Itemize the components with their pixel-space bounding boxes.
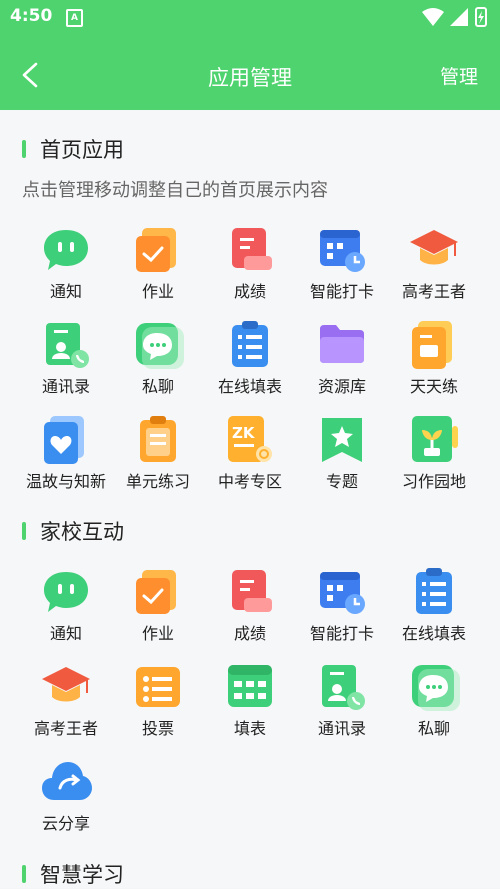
app-item-label: 在线填表 bbox=[217, 377, 282, 396]
app-item[interactable]: 通知 bbox=[18, 566, 114, 652]
app-item-label: 私聊 bbox=[141, 377, 174, 396]
folder-icon bbox=[320, 325, 364, 363]
app-item[interactable]: 通讯录 bbox=[18, 319, 114, 405]
app-item-label: 私聊 bbox=[417, 719, 450, 738]
app-item-label: 中考专区 bbox=[217, 472, 282, 491]
app-item[interactable]: 私聊 bbox=[386, 661, 482, 747]
private-chat-icon bbox=[412, 665, 460, 711]
app-item-label: 在线填表 bbox=[401, 624, 466, 643]
app-item[interactable]: 高考王者 bbox=[18, 661, 114, 747]
table-form-icon bbox=[228, 665, 272, 707]
section-accent-bar bbox=[22, 140, 26, 158]
app-item[interactable]: 高考王者 bbox=[386, 224, 482, 310]
app-item-label: 智能打卡 bbox=[309, 282, 374, 301]
private-chat-icon bbox=[136, 323, 184, 369]
svg-text:ZK: ZK bbox=[232, 424, 256, 442]
app-item[interactable]: ZK 中考专区 bbox=[202, 414, 298, 500]
manage-button[interactable]: 管理 bbox=[440, 62, 478, 89]
wifi-icon bbox=[422, 8, 444, 26]
app-item[interactable]: 资源库 bbox=[294, 319, 390, 405]
cloud-share-icon bbox=[42, 762, 92, 800]
app-item[interactable]: 成绩 bbox=[202, 566, 298, 652]
app-item-label: 高考王者 bbox=[33, 719, 98, 738]
contacts-icon bbox=[46, 323, 89, 368]
graduation-cap-icon bbox=[410, 230, 458, 265]
heart-book-icon bbox=[44, 416, 84, 464]
plant-card-icon bbox=[412, 416, 458, 462]
app-item[interactable]: 成绩 bbox=[202, 224, 298, 310]
app-item-label: 投票 bbox=[141, 719, 174, 738]
app-item[interactable]: 温故与知新 bbox=[18, 414, 114, 500]
contacts-icon bbox=[322, 665, 365, 710]
app-item[interactable]: 作业 bbox=[110, 224, 206, 310]
app-item-label: 高考王者 bbox=[401, 282, 466, 301]
app-item-label: 温故与知新 bbox=[25, 472, 106, 491]
status-time: 4:50 bbox=[10, 6, 53, 26]
section-accent-bar bbox=[22, 522, 26, 540]
app-item-label: 成绩 bbox=[233, 282, 266, 301]
app-item-label: 天天练 bbox=[409, 377, 458, 396]
app-item-label: 智能打卡 bbox=[309, 624, 374, 643]
chat-bubble-icon bbox=[44, 230, 88, 270]
calendar-clock-icon bbox=[320, 572, 365, 614]
chat-bubble-icon bbox=[44, 572, 88, 612]
app-header: 4:50 A 应用管理 管理 bbox=[0, 0, 500, 110]
app-item-label: 资源库 bbox=[317, 377, 366, 396]
grades-icon bbox=[232, 570, 272, 612]
clipboard-list-icon bbox=[232, 321, 268, 367]
signal-icon bbox=[450, 8, 468, 26]
section-title: 家校互动 bbox=[40, 520, 124, 544]
app-item[interactable]: 填表 bbox=[202, 661, 298, 747]
app-item-label: 专题 bbox=[325, 472, 358, 491]
app-item[interactable]: 单元练习 bbox=[110, 414, 206, 500]
app-item[interactable]: 投票 bbox=[110, 661, 206, 747]
app-item[interactable]: 智能打卡 bbox=[294, 566, 390, 652]
star-bookmark-icon bbox=[322, 418, 362, 462]
app-item-label: 云分享 bbox=[41, 814, 90, 833]
clipboard-list-icon bbox=[416, 568, 452, 614]
calendar-clock-icon bbox=[320, 230, 365, 272]
app-item[interactable]: 天天练 bbox=[386, 319, 482, 405]
app-item-label: 填表 bbox=[233, 719, 266, 738]
homework-icon bbox=[136, 570, 176, 614]
app-item[interactable]: 在线填表 bbox=[202, 319, 298, 405]
section-accent-bar bbox=[22, 865, 26, 883]
app-item-label: 作业 bbox=[141, 624, 174, 643]
app-item-label: 通讯录 bbox=[317, 719, 366, 738]
section-title: 首页应用 bbox=[40, 138, 124, 162]
app-item[interactable]: 在线填表 bbox=[386, 566, 482, 652]
practice-book-icon bbox=[412, 321, 452, 369]
app-item[interactable]: 习作园地 bbox=[386, 414, 482, 500]
app-item-label: 作业 bbox=[141, 282, 174, 301]
status-icons bbox=[422, 7, 487, 27]
app-item-label: 单元练习 bbox=[125, 472, 190, 491]
status-bar: 4:50 A bbox=[0, 0, 500, 36]
app-item-label: 通讯录 bbox=[41, 377, 90, 396]
homework-icon bbox=[136, 228, 176, 272]
app-item[interactable]: 通讯录 bbox=[294, 661, 390, 747]
app-item-label: 习作园地 bbox=[401, 472, 466, 491]
section-title: 智慧学习 bbox=[40, 863, 124, 887]
grades-icon bbox=[232, 228, 272, 270]
app-item[interactable]: 云分享 bbox=[18, 756, 114, 842]
page-title: 应用管理 bbox=[208, 66, 292, 90]
app-item[interactable]: 作业 bbox=[110, 566, 206, 652]
unit-clipboard-icon bbox=[140, 416, 176, 462]
app-item[interactable]: 私聊 bbox=[110, 319, 206, 405]
graduation-cap-icon bbox=[42, 667, 90, 702]
app-item[interactable]: 智能打卡 bbox=[294, 224, 390, 310]
zk-icon: ZK bbox=[228, 416, 272, 462]
app-item[interactable]: 通知 bbox=[18, 224, 114, 310]
sim-icon: A bbox=[66, 9, 83, 27]
vote-icon bbox=[136, 667, 180, 707]
app-item[interactable]: 专题 bbox=[294, 414, 390, 500]
app-item-label: 成绩 bbox=[233, 624, 266, 643]
app-item-label: 通知 bbox=[49, 624, 82, 643]
section-hint: 点击管理移动调整自己的首页展示内容 bbox=[22, 180, 328, 201]
app-item-label: 通知 bbox=[49, 282, 82, 301]
